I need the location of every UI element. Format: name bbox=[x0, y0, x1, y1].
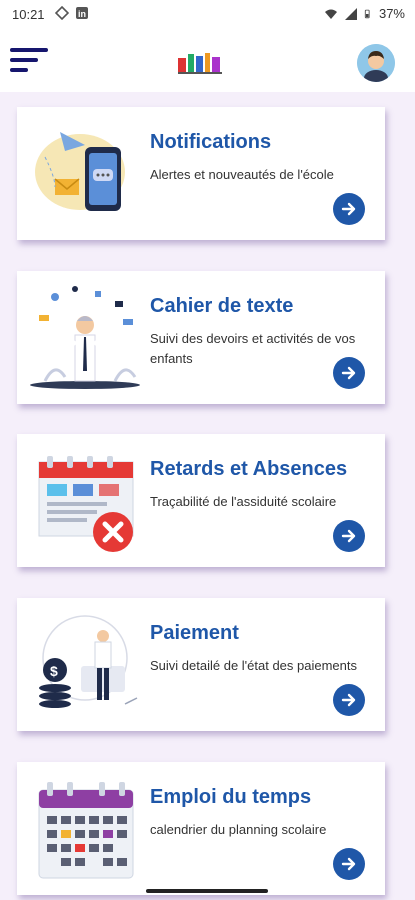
arrow-right-icon[interactable] bbox=[333, 193, 365, 225]
notifications-illustration bbox=[35, 132, 125, 211]
hamburger-menu-icon[interactable] bbox=[10, 48, 50, 78]
card-title: Paiement bbox=[150, 622, 239, 644]
card-description: Traçabilité de l'assiduité scolaire bbox=[150, 494, 337, 509]
card-title: Retards et Absences bbox=[150, 458, 348, 480]
card-title: Notifications bbox=[150, 131, 272, 153]
status-left-icons: in bbox=[55, 6, 89, 20]
card-description: Alertes et nouveautés de l'école bbox=[150, 167, 334, 182]
app-header bbox=[0, 30, 415, 92]
card-title: Emploi du temps bbox=[150, 786, 312, 808]
linkedin-icon: in bbox=[76, 7, 88, 19]
app-logo bbox=[178, 53, 222, 74]
card-emploi-du-temps[interactable]: Emploi du temps calendrier du planning s… bbox=[17, 762, 385, 895]
wifi-icon bbox=[324, 9, 337, 19]
absence-calendar-illustration bbox=[38, 456, 134, 552]
signal-icon bbox=[344, 7, 357, 20]
arrow-right-icon[interactable] bbox=[333, 520, 365, 552]
user-avatar-icon bbox=[357, 44, 395, 82]
battery-percent: 37% bbox=[378, 6, 405, 21]
arrow-right-icon[interactable] bbox=[333, 357, 365, 389]
timetable-illustration bbox=[38, 782, 134, 879]
arrow-right-icon[interactable] bbox=[333, 684, 365, 716]
svg-text:in: in bbox=[78, 9, 86, 19]
card-description: Suivi detailé de l'état des paiements bbox=[150, 658, 357, 673]
location-icon bbox=[55, 6, 69, 20]
arrow-right-icon[interactable] bbox=[333, 848, 365, 880]
card-description: calendrier du planning scolaire bbox=[150, 822, 327, 837]
card-retards-et-absences[interactable]: Retards et Absences Traçabilité de l'ass… bbox=[17, 434, 385, 567]
card-cahier-de-texte[interactable]: Cahier de texte Suivi des devoirs et act… bbox=[17, 271, 385, 404]
homework-illustration bbox=[30, 286, 140, 389]
svg-text:$: $ bbox=[50, 663, 58, 679]
card-notifications[interactable]: Notifications Alertes et nouveautés de l… bbox=[17, 107, 385, 240]
status-right-icons: 37% bbox=[324, 6, 405, 21]
card-title: Cahier de texte bbox=[150, 295, 294, 317]
card-paiement[interactable]: $ Paiement Suivi detailé de l'état des p… bbox=[17, 598, 385, 731]
payment-illustration: $ bbox=[39, 615, 138, 708]
user-avatar[interactable] bbox=[357, 44, 395, 82]
status-time: 10:21 bbox=[12, 7, 45, 22]
home-indicator[interactable] bbox=[146, 889, 268, 893]
main-content: Notifications Alertes et nouveautés de l… bbox=[0, 92, 415, 900]
battery-icon bbox=[364, 9, 370, 18]
status-bar: 10:21 in 37% bbox=[0, 0, 415, 30]
